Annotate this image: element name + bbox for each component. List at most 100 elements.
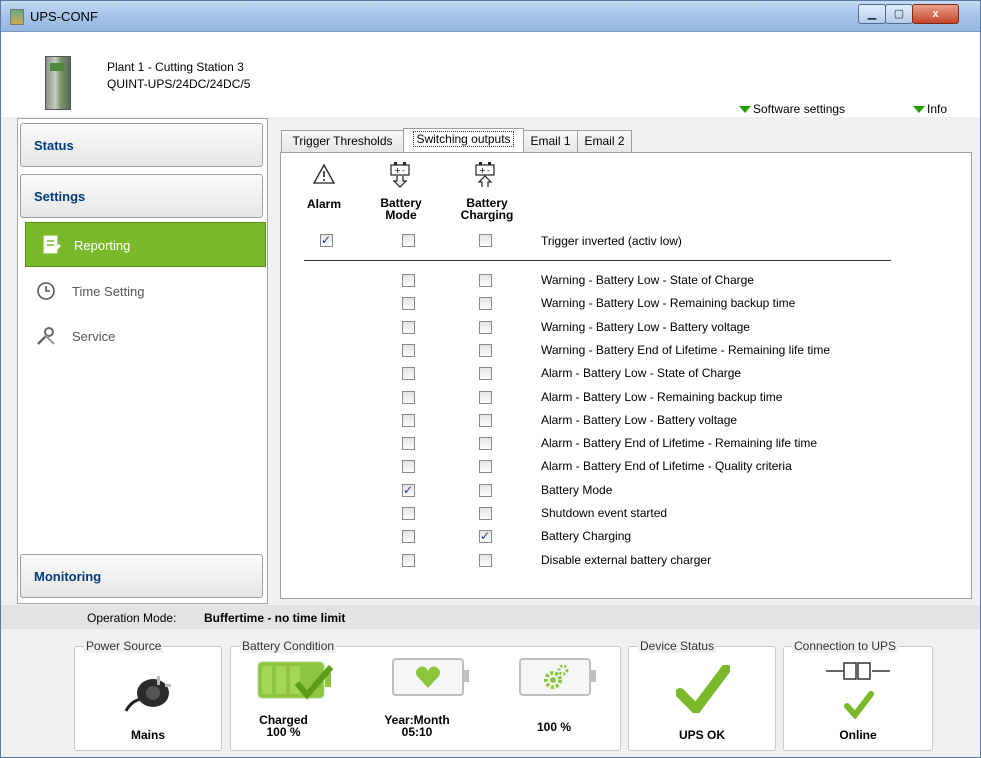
charged-value: 100 % — [266, 725, 301, 739]
output-row-label: Alarm - Battery Low - Battery voltage — [541, 412, 738, 427]
minimize-button[interactable]: ▁ — [858, 4, 886, 24]
battery-charging-checkbox[interactable] — [479, 553, 492, 567]
svg-text:+: + — [394, 166, 401, 175]
trigger-inverted-label: Trigger inverted (activ low) — [541, 234, 682, 248]
battery-mode-checkbox[interactable] — [402, 507, 415, 520]
battery-charging-checkbox[interactable] — [479, 483, 492, 497]
report-icon — [43, 235, 61, 254]
close-button[interactable]: x — [912, 4, 959, 24]
output-row-label: Battery Charging — [541, 529, 632, 544]
status-area: Mains Power Source Charged 100 % Year:Mo… — [1, 629, 980, 757]
battery-charging-checkbox[interactable] — [479, 529, 492, 544]
device-name: Plant 1 - Cutting Station 3 — [107, 60, 244, 74]
sidebar-item-time-setting[interactable]: Time Setting — [20, 269, 267, 314]
tab-trigger-thresholds[interactable]: Trigger Thresholds — [281, 130, 404, 152]
ups-device-icon — [45, 56, 71, 110]
battery-charging-checkbox[interactable] — [479, 437, 492, 451]
svg-text:-: - — [487, 166, 490, 175]
battery-charging-checkbox[interactable] — [479, 390, 492, 404]
battery-mode-checkbox[interactable] — [402, 297, 415, 311]
info-link[interactable]: Info — [913, 102, 947, 116]
trigger-alarm-checkbox[interactable] — [320, 233, 333, 247]
column-header-line: Charging — [460, 208, 514, 222]
maximize-button[interactable]: ▢ — [885, 4, 913, 24]
lifetime-value: 05:10 — [401, 725, 433, 739]
battery-mode-checkbox[interactable] — [402, 460, 415, 474]
output-row-label: Warning - Battery Low - Battery voltage — [541, 319, 750, 334]
battery-lifetime-icon — [392, 658, 469, 696]
switching-outputs-panel: + - + - Alarm Battery Mode Battery Charging … — [280, 152, 972, 599]
column-header-line: Mode — [385, 208, 417, 222]
output-row-label: Alarm - Battery End of Lifetime - Qualit… — [541, 459, 792, 474]
battery-mode-checkbox[interactable] — [402, 483, 415, 497]
battery-mode-checkbox[interactable] — [402, 390, 415, 404]
output-row-label: Disable external battery charger — [541, 552, 712, 567]
battery-charging-checkbox[interactable] — [479, 320, 492, 334]
battery-full-icon — [257, 661, 334, 700]
output-row-label: Alarm - Battery Low - Remaining backup t… — [541, 389, 783, 404]
sidebar-status-button[interactable]: Status — [20, 123, 263, 167]
checkmark-icon — [676, 665, 730, 713]
battery-charging-checkbox[interactable] — [479, 413, 492, 427]
battery-mode-checkbox[interactable] — [402, 343, 415, 357]
output-row-label: Alarm - Battery End of Lifetime - Remain… — [541, 436, 818, 451]
battery-charging-checkbox[interactable] — [479, 460, 492, 474]
output-row-label: Warning - Battery Low - Remaining backup… — [541, 296, 796, 311]
heart-icon — [416, 666, 440, 688]
operation-mode-label: Operation Mode: — [87, 611, 177, 625]
battery-charging-checkbox[interactable] — [479, 367, 492, 381]
battery-mode-checkbox[interactable] — [402, 553, 415, 567]
power-source-panel: Mains — [74, 646, 222, 751]
triangle-down-icon — [913, 106, 925, 114]
power-plug-icon — [124, 676, 171, 712]
window-title: UPS-CONF — [30, 9, 98, 24]
battery-charging-checkbox[interactable] — [479, 507, 492, 520]
gears-icon — [544, 664, 569, 689]
connection-value: Online — [839, 728, 877, 742]
power-source-value: Mains — [130, 728, 165, 742]
separator-line — [304, 260, 891, 261]
warning-icon — [312, 163, 336, 184]
battery-mode-checkbox[interactable] — [402, 530, 415, 544]
battery-condition-title: Battery Condition — [240, 639, 337, 653]
info-label: Info — [927, 102, 948, 116]
tab-email-2[interactable]: Email 2 — [577, 130, 632, 152]
output-row-label: Alarm - Battery Low - State of Charge — [541, 366, 742, 381]
sidebar-item-reporting[interactable]: Reporting — [25, 222, 266, 267]
battery-condition-panel: Charged 100 % Year:Month 05:10 100 % — [230, 646, 621, 751]
triangle-down-icon — [739, 106, 751, 114]
title-bar[interactable]: UPS-CONF ▁ ▢ x — [1, 1, 980, 32]
main-content: Trigger Thresholds Switching outputs Ema… — [271, 118, 974, 602]
trigger-battery-charging-checkbox[interactable] — [479, 234, 492, 247]
power-source-title: Power Source — [84, 639, 164, 653]
battery-mode-checkbox[interactable] — [402, 437, 415, 451]
sidebar-item-label: Service — [72, 329, 116, 344]
battery-mode-checkbox[interactable] — [402, 320, 415, 334]
sidebar-item-service[interactable]: Service — [20, 314, 267, 359]
battery-quality-icon — [519, 658, 596, 696]
battery-charging-checkbox[interactable] — [479, 297, 492, 311]
battery-mode-checkbox[interactable] — [402, 274, 415, 287]
tab-switching-outputs[interactable]: Switching outputs — [403, 128, 524, 152]
svg-text:-: - — [402, 166, 405, 175]
software-settings-label: Software settings — [753, 102, 846, 116]
tab-email-1[interactable]: Email 1 — [523, 130, 578, 152]
tools-icon — [37, 327, 55, 345]
sidebar-settings-button[interactable]: Settings — [20, 174, 263, 218]
app-icon — [10, 9, 24, 25]
connector-icon — [826, 662, 890, 680]
clock-icon — [37, 282, 55, 300]
connection-title: Connection to UPS — [792, 639, 899, 653]
battery-charging-checkbox[interactable] — [479, 343, 492, 357]
battery-mode-checkbox[interactable] — [402, 413, 415, 427]
battery-mode-checkbox[interactable] — [402, 367, 415, 381]
output-row-label: Warning - Battery End of Lifetime - Rema… — [541, 342, 831, 357]
software-settings-link[interactable]: Software settings — [739, 102, 845, 116]
svg-text:+: + — [479, 166, 486, 175]
tab-label: Switching outputs — [413, 131, 514, 147]
tab-label: Trigger Thresholds — [292, 134, 393, 148]
battery-charging-checkbox[interactable] — [479, 274, 492, 287]
trigger-battery-mode-checkbox[interactable] — [402, 234, 415, 247]
output-row-label: Shutdown event started — [541, 506, 668, 520]
sidebar-monitoring-button[interactable]: Monitoring — [20, 554, 263, 598]
